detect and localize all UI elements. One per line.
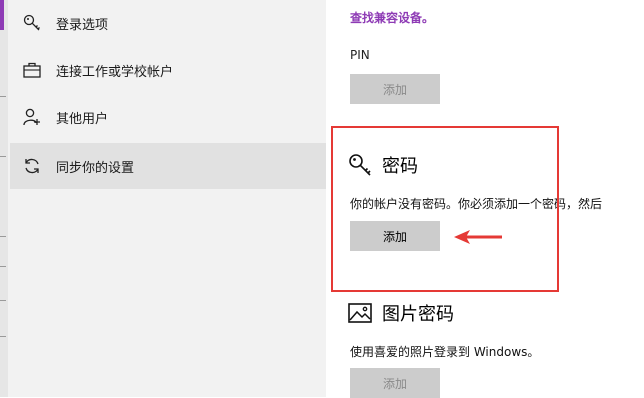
strip-mark — [0, 300, 6, 301]
pin-add-button[interactable]: 添加 — [350, 74, 440, 104]
strip-mark — [0, 156, 6, 157]
annotation-arrow-icon — [454, 230, 502, 244]
sidebar-item-sign-in-options[interactable]: 登录选项 — [10, 0, 326, 46]
sidebar-item-work-school[interactable]: 连接工作或学校帐户 — [10, 47, 326, 93]
picture-password-add-button[interactable]: 添加 — [350, 368, 440, 398]
strip-mark — [0, 266, 6, 267]
annotation-highlight-box — [331, 126, 559, 292]
left-window-strip — [0, 0, 8, 397]
find-compatible-devices-link[interactable]: 查找兼容设备。 — [350, 9, 434, 26]
sidebar-item-label: 其他用户 — [56, 111, 109, 127]
sidebar-item-label: 连接工作或学校帐户 — [56, 64, 174, 80]
accent-bar — [0, 0, 4, 30]
sidebar-item-label: 同步你的设置 — [56, 160, 135, 176]
sync-icon — [22, 156, 42, 176]
person-add-icon — [22, 107, 42, 127]
picture-password-heading: 图片密码 — [348, 300, 454, 326]
picture-password-title: 图片密码 — [382, 304, 454, 325]
image-icon — [348, 300, 374, 326]
key-icon — [22, 13, 42, 33]
strip-mark — [0, 236, 6, 237]
pin-label: PIN — [350, 48, 370, 62]
sidebar-item-label: 登录选项 — [56, 17, 109, 33]
sidebar-item-other-users[interactable]: 其他用户 — [10, 94, 326, 140]
sidebar-item-sync-settings[interactable]: 同步你的设置 — [10, 143, 326, 189]
settings-sidebar: 登录选项 连接工作或学校帐户 其他用户 同步你的设置 — [0, 0, 326, 397]
strip-mark — [0, 96, 6, 97]
picture-password-description: 使用喜爱的照片登录到 Windows。 — [350, 345, 540, 359]
strip-mark — [0, 336, 6, 337]
briefcase-icon — [22, 60, 42, 80]
